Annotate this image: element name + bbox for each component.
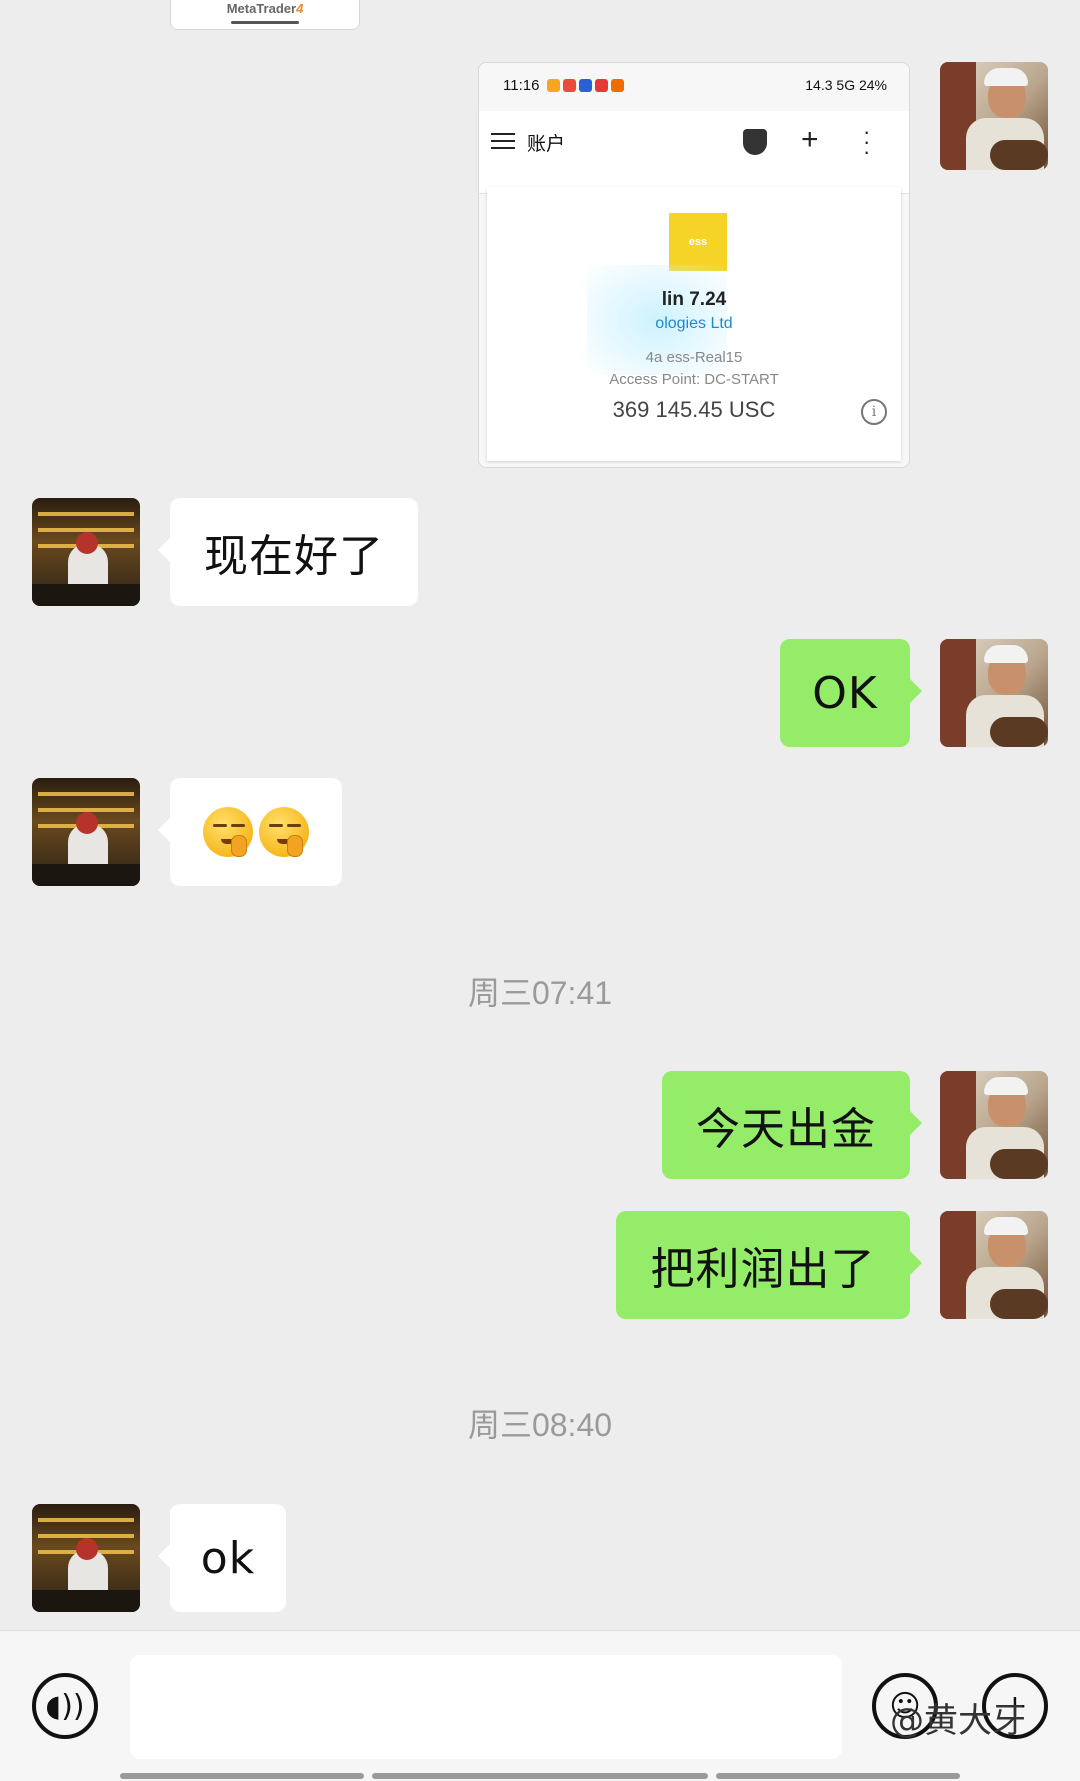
nav-indicator: [716, 1773, 960, 1779]
phone-status-time: 11:16: [503, 77, 624, 94]
avatar[interactable]: [32, 498, 140, 606]
avatar[interactable]: [940, 1071, 1048, 1179]
account-name: lin 7.24: [661, 289, 727, 310]
menu-icon: [491, 133, 515, 151]
message-bubble-outgoing[interactable]: 把利润出了: [616, 1211, 922, 1319]
toolbar-title: 账户: [527, 133, 566, 155]
input-bar: ◖)) ☺ + @黄大牙: [0, 1630, 1080, 1781]
avatar[interactable]: [940, 1211, 1048, 1319]
message-text: OK: [812, 667, 878, 719]
phone-status-right: 14.3 5G 24%: [805, 77, 887, 93]
timestamp: 周三07:41: [467, 975, 613, 1011]
account-balance: 369 145.45 USC: [612, 397, 776, 422]
card-underline: [231, 21, 299, 24]
timestamp: 周三08:40: [467, 1407, 613, 1443]
plus-icon: +: [801, 123, 819, 156]
metatrader-label: MetaTrader4: [226, 1, 304, 16]
message-text: 今天出金: [696, 1104, 876, 1155]
account-server: 4a ess-Real15: [645, 349, 743, 366]
shush-face-icon: [259, 807, 309, 857]
message-input[interactable]: [130, 1655, 842, 1759]
nav-indicator: [120, 1773, 364, 1779]
avatar[interactable]: [32, 1504, 140, 1612]
voice-icon[interactable]: ◖)): [32, 1673, 98, 1739]
image-message-screenshot[interactable]: 11:16 14.3 5G 24% 账户 + · · · ess lin 7.24 …: [478, 62, 910, 468]
metatrader-card-partial[interactable]: MetaTrader4: [170, 0, 360, 30]
shush-face-icon: [203, 807, 253, 857]
account-card: ess lin 7.24 ologies Ltd 4a ess-Real15 A…: [487, 187, 901, 461]
info-icon: i: [861, 399, 887, 425]
app-toolbar: 账户 + · · ·: [479, 111, 909, 194]
message-bubble-incoming[interactable]: [158, 778, 342, 886]
avatar[interactable]: [940, 62, 1048, 170]
message-text: 把利润出了: [650, 1244, 876, 1295]
nav-indicator: [372, 1773, 708, 1779]
message-text: 现在好了: [204, 531, 384, 582]
broker-logo: ess: [669, 213, 727, 271]
message-text: ok: [200, 1532, 256, 1584]
avatar[interactable]: [32, 778, 140, 886]
access-point: Access Point: DC-START: [609, 371, 779, 388]
avatar[interactable]: [940, 639, 1048, 747]
message-bubble-incoming[interactable]: ok: [158, 1504, 286, 1612]
message-bubble-incoming[interactable]: 现在好了: [158, 498, 418, 606]
shield-icon: [743, 129, 767, 155]
message-bubble-outgoing[interactable]: OK: [780, 639, 922, 747]
message-bubble-outgoing[interactable]: 今天出金: [662, 1071, 922, 1179]
more-icon: · · ·: [863, 119, 871, 164]
broker-name: ologies Ltd: [655, 315, 733, 332]
watermark: @黄大牙: [890, 1701, 1026, 1741]
